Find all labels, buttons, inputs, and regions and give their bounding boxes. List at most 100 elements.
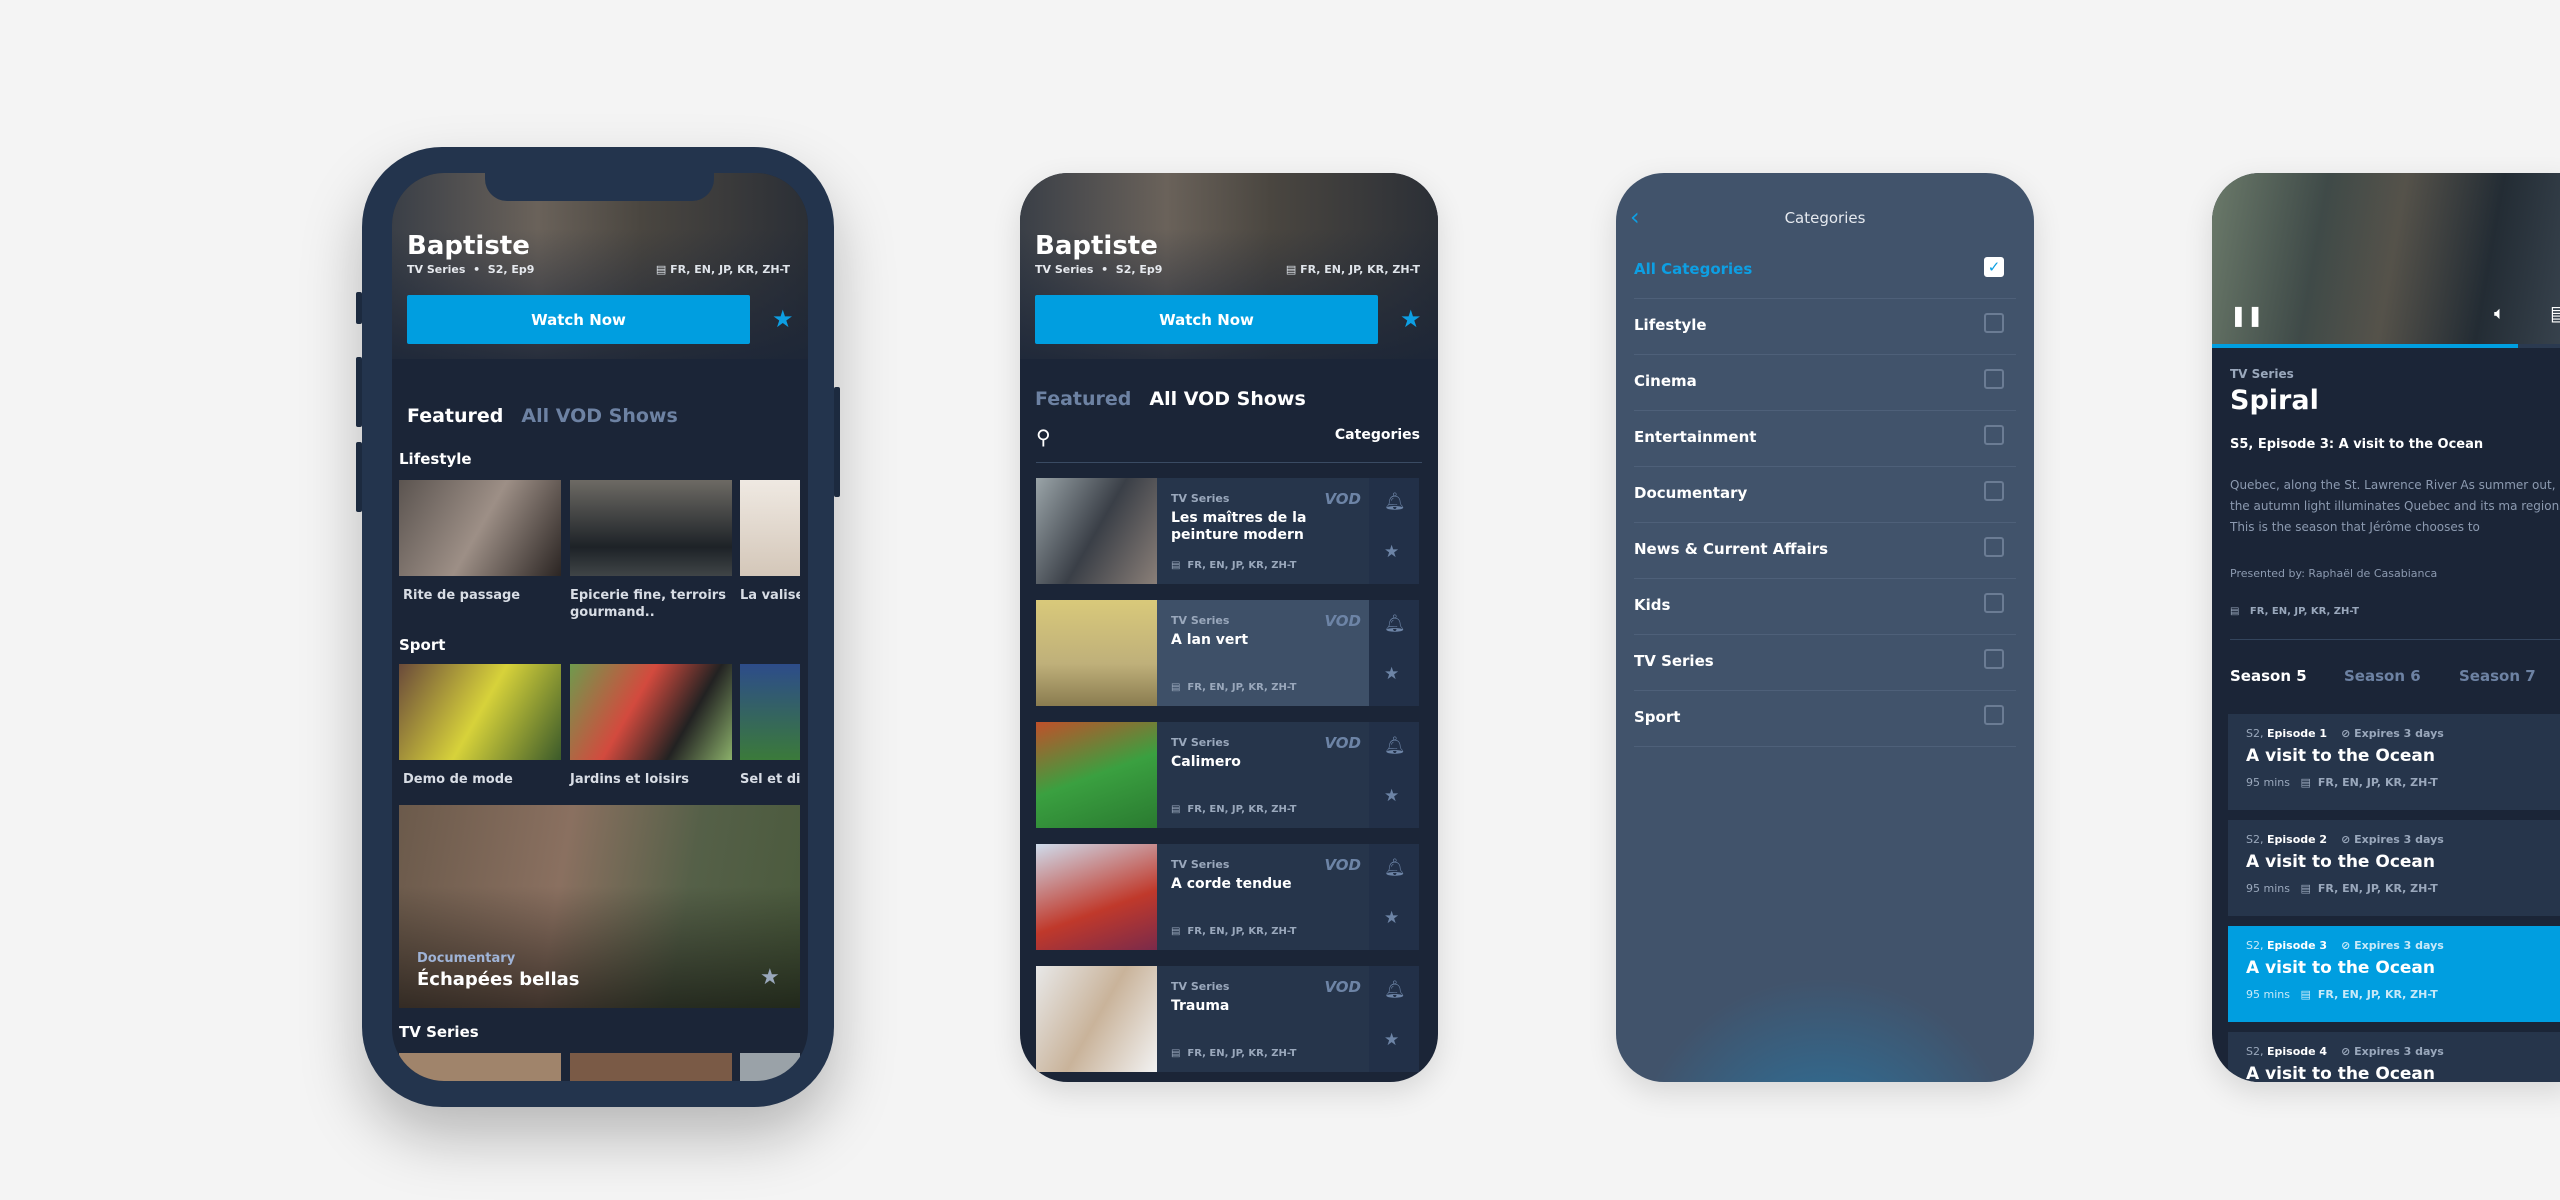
bell-icon[interactable]: 🔔︎	[1384, 736, 1406, 756]
category-row[interactable]: Kids	[1634, 579, 2016, 635]
category-checkbox[interactable]	[1984, 425, 2004, 445]
item-languages: ▤ FR, EN, JP, KR, ZH-T	[1171, 1048, 1296, 1059]
list-item[interactable]: TV Series VOD A lan vert ▤ FR, EN, JP, K…	[1036, 600, 1419, 706]
thumbnail[interactable]	[740, 480, 800, 576]
item-type: TV Series	[1171, 614, 1230, 627]
vod-badge: VOD	[1324, 490, 1361, 508]
bell-icon[interactable]: 🔔︎	[1384, 980, 1406, 1000]
thumbnail[interactable]	[399, 1053, 561, 1081]
tab-season-7[interactable]: Season 7	[2459, 667, 2536, 685]
watch-now-button[interactable]: Watch Now	[407, 295, 750, 344]
item-languages: ▤ FR, EN, JP, KR, ZH-T	[1171, 682, 1296, 693]
pause-icon[interactable]: ❚❚	[2230, 303, 2264, 327]
hero-meta: TV Series • S2, Ep9	[407, 263, 535, 276]
episode-card[interactable]: S2, Episode 1 ⊘ Expires 3 days A visit to…	[2228, 714, 2560, 810]
thumbnail[interactable]	[570, 664, 732, 760]
star-icon[interactable]: ★	[1384, 664, 1399, 684]
category-checkbox[interactable]	[1984, 705, 2004, 725]
episode-card-title: A visit to the Ocean	[2246, 746, 2436, 766]
thumbnail[interactable]	[570, 1053, 732, 1081]
episode-card-title: A visit to the Ocean	[2246, 1064, 2436, 1082]
category-label: Sport	[1634, 708, 1681, 726]
category-row[interactable]: All Categories ✓	[1634, 243, 2016, 299]
volume-icon[interactable]: 🔈︎	[2494, 303, 2505, 324]
tab-all-vod[interactable]: All VOD Shows	[521, 405, 677, 427]
thumbnail[interactable]	[740, 1053, 800, 1081]
episode-card[interactable]: S2, Episode 3 ⊘ Expires 3 days A visit to…	[2228, 926, 2560, 1022]
category-row[interactable]: TV Series	[1634, 635, 2016, 691]
item-type: TV Series	[1171, 858, 1230, 871]
subtitles-icon: ▤	[2300, 882, 2311, 895]
categories-link[interactable]: Categories	[1335, 427, 1420, 443]
promo-category: Documentary	[417, 951, 516, 966]
episode-meta: 95 mins ▤ FR, EN, JP, KR, ZH-T	[2246, 776, 2438, 789]
category-row[interactable]: Entertainment	[1634, 411, 2016, 467]
tab-featured[interactable]: Featured	[1035, 388, 1131, 410]
thumbnail[interactable]	[570, 480, 732, 576]
promo-star-icon[interactable]: ★	[760, 965, 780, 990]
search-icon[interactable]: ⚲	[1036, 425, 1051, 449]
expires-text: Expires 3 days	[2354, 939, 2444, 952]
category-checkbox[interactable]	[1984, 481, 2004, 501]
thumbnail[interactable]	[740, 664, 800, 760]
category-checkbox[interactable]	[1984, 593, 2004, 613]
item-info: TV Series VOD A lan vert ▤ FR, EN, JP, K…	[1157, 600, 1369, 706]
item-actions: 🔔︎ ★	[1369, 478, 1419, 584]
episode-card-title: A visit to the Ocean	[2246, 958, 2436, 978]
hero-type: TV Series	[407, 263, 466, 276]
category-row[interactable]: Documentary	[1634, 467, 2016, 523]
category-checkbox[interactable]	[1984, 313, 2004, 333]
subtitles-icon[interactable]: ▤	[2550, 301, 2560, 325]
show-thumbnail	[1036, 844, 1157, 950]
episode-season: S2,	[2246, 833, 2264, 846]
item-type: TV Series	[1171, 492, 1230, 505]
episode-number: Episode 4	[2266, 1045, 2328, 1058]
item-title: Trauma	[1171, 998, 1230, 1014]
episode-card[interactable]: S2, Episode 2 ⊘ Expires 3 days A visit to…	[2228, 820, 2560, 916]
star-icon[interactable]: ★	[1384, 1030, 1399, 1050]
category-row[interactable]: News & Current Affairs	[1634, 523, 2016, 579]
bell-icon[interactable]: 🔔︎	[1384, 858, 1406, 878]
category-label: Cinema	[1634, 372, 1697, 390]
thumbnail[interactable]	[399, 664, 561, 760]
promo-title: Échapées bellas	[417, 969, 580, 990]
thumbnail[interactable]	[399, 480, 561, 576]
item-actions: 🔔︎ ★	[1369, 600, 1419, 706]
glow	[1616, 962, 2034, 1082]
mute-switch	[356, 292, 362, 324]
category-row[interactable]: Lifestyle	[1634, 299, 2016, 355]
episode-season: S2,	[2246, 727, 2264, 740]
list-item[interactable]: TV Series VOD Calimero ▤ FR, EN, JP, KR,…	[1036, 722, 1419, 828]
star-icon[interactable]: ★	[1384, 908, 1399, 928]
watch-now-button[interactable]: Watch Now	[1035, 295, 1378, 344]
bell-icon[interactable]: 🔔︎	[1384, 492, 1406, 512]
list-item[interactable]: TV Series VOD A corde tendue ▤ FR, EN, J…	[1036, 844, 1419, 950]
item-languages: ▤ FR, EN, JP, KR, ZH-T	[1171, 560, 1296, 571]
languages: ▤ FR, EN, JP, KR, ZH-T	[2230, 606, 2359, 617]
star-icon[interactable]: ★	[1384, 542, 1399, 562]
list-item[interactable]: TV Series VOD Trauma ▤ FR, EN, JP, KR, Z…	[1036, 966, 1419, 1072]
tab-season-5[interactable]: Season 5	[2230, 667, 2307, 685]
category-checkbox[interactable]	[1984, 649, 2004, 669]
bell-icon[interactable]: 🔔︎	[1384, 614, 1406, 634]
section-lifestyle: Lifestyle	[399, 450, 472, 468]
category-checkbox[interactable]	[1984, 369, 2004, 389]
star-icon[interactable]: ★	[1384, 786, 1399, 806]
category-checkbox[interactable]: ✓	[1984, 257, 2004, 277]
tab-season-6[interactable]: Season 6	[2344, 667, 2421, 685]
favorite-star-icon[interactable]: ★	[772, 305, 794, 333]
languages-text: FR, EN, JP, KR, ZH-T	[1187, 804, 1297, 815]
episode-card[interactable]: S2, Episode 4 ⊘ Expires 3 days A visit to…	[2228, 1032, 2560, 1082]
video-player[interactable]	[2212, 173, 2560, 346]
expires-text: Expires 3 days	[2354, 727, 2444, 740]
progress-track[interactable]	[2212, 344, 2560, 348]
item-actions: 🔔︎ ★	[1369, 844, 1419, 950]
list-item[interactable]: TV Series VOD Les maîtres de la peinture…	[1036, 478, 1419, 584]
favorite-star-icon[interactable]: ★	[1400, 305, 1422, 333]
tab-featured[interactable]: Featured	[407, 405, 503, 427]
item-actions: 🔔︎ ★	[1369, 722, 1419, 828]
category-checkbox[interactable]	[1984, 537, 2004, 557]
tab-all-vod[interactable]: All VOD Shows	[1149, 388, 1305, 410]
category-row[interactable]: Sport	[1634, 691, 2016, 747]
category-row[interactable]: Cinema	[1634, 355, 2016, 411]
